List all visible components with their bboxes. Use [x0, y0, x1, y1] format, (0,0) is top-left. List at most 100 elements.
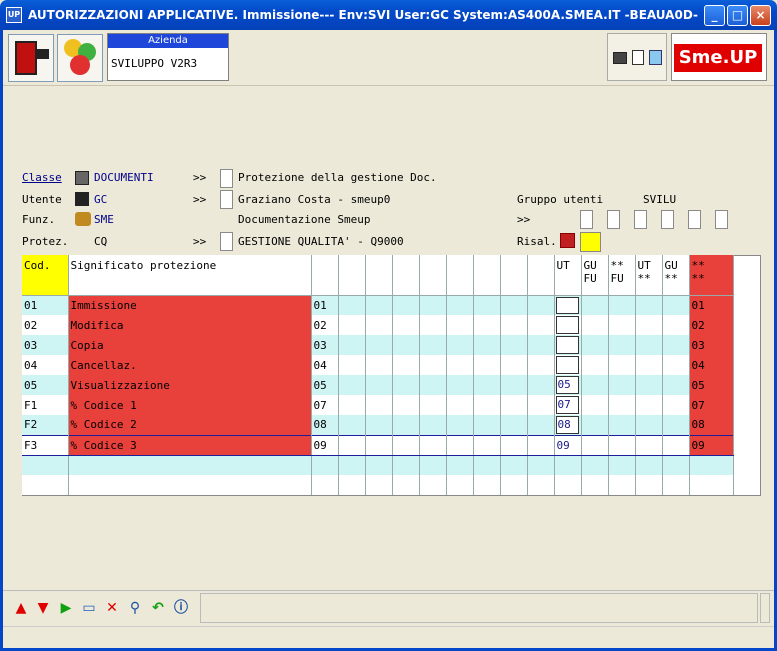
protez-checkbox[interactable] — [220, 232, 233, 251]
utente-arrow[interactable]: >> — [193, 193, 206, 206]
classe-checkbox[interactable] — [220, 169, 233, 188]
eraser-icon[interactable]: ▭ — [81, 600, 97, 616]
header-ut2: UT — [637, 259, 651, 272]
table-row[interactable]: 04 Cancellaz. 04 04 — [22, 355, 734, 375]
table-row[interactable]: F2 % Codice 2 08 08 08 — [22, 415, 734, 435]
exit-icon[interactable] — [8, 34, 54, 82]
cell-significato: Copia — [68, 335, 312, 355]
cell-val: 09 — [311, 434, 339, 456]
header-last[interactable]: ** ** — [689, 255, 734, 296]
table-row[interactable]: F1 % Codice 1 07 07 07 — [22, 395, 734, 415]
table-row-selected[interactable]: F3 % Codice 3 09 09 09 — [22, 434, 734, 456]
protez-label: Protez. — [22, 235, 69, 248]
arrow-down-icon[interactable]: ▼ — [35, 600, 51, 616]
gruppo-checkbox-4[interactable] — [661, 210, 674, 229]
smeup-menu-icon[interactable] — [57, 34, 103, 82]
gruppo-checkbox-6[interactable] — [715, 210, 728, 229]
brand-text: Sme.UP — [674, 44, 762, 72]
cell-ut[interactable] — [554, 315, 582, 335]
utente-desc: Graziano Costa - smeup0 — [238, 193, 391, 206]
protection-table: Cod. Significato protezione UT GU FU ** FU… — [22, 255, 734, 495]
classe-label[interactable]: Classe — [22, 171, 62, 184]
cell-val: 03 — [311, 335, 339, 355]
header-star3: ** — [664, 272, 678, 285]
header-gu-fu[interactable]: GU FU — [581, 255, 609, 296]
cell-ut[interactable]: 07 — [554, 395, 582, 415]
close-button[interactable]: × — [750, 5, 771, 26]
table-row[interactable]: 05 Visualizzazione 05 05 05 — [22, 375, 734, 395]
cell-ut[interactable]: 09 — [553, 434, 582, 456]
funz-value[interactable]: SME — [94, 213, 114, 226]
classe-desc: Protezione della gestione Doc. — [238, 171, 437, 184]
document-icon[interactable] — [632, 50, 644, 65]
search-icon[interactable]: ⚲ — [127, 600, 143, 616]
cell-val: 04 — [311, 355, 339, 375]
refresh-icon[interactable]: ↶ — [150, 600, 166, 616]
cell-val: 02 — [311, 315, 339, 335]
funz-label: Funz. — [22, 213, 56, 226]
gruppo-checkbox-2[interactable] — [607, 210, 620, 229]
cell-ut[interactable] — [554, 355, 582, 375]
gruppo-arrow[interactable]: >> — [517, 213, 530, 226]
cell-last: 02 — [689, 315, 734, 335]
header-star-fu[interactable]: ** FU — [608, 255, 636, 296]
header-gu: GU — [583, 259, 597, 272]
status-panel-small — [760, 593, 770, 623]
play-icon[interactable]: ▶ — [58, 600, 74, 616]
cell-significato: Immissione — [68, 295, 312, 315]
cell-cod: F3 — [22, 434, 69, 456]
info-icon[interactable]: ⓘ — [173, 600, 189, 616]
gruppo-checkbox-3[interactable] — [634, 210, 647, 229]
risal-label: Risal. — [517, 235, 557, 248]
gruppo-checkbox-5[interactable] — [688, 210, 701, 229]
cell-cod: 01 — [22, 295, 69, 315]
cell-last: 07 — [689, 395, 734, 415]
cell-cod: 03 — [22, 335, 69, 355]
window-title: AUTORIZZAZIONI APPLICATIVE. Immissione--… — [28, 8, 698, 22]
gruppo-checkbox-1[interactable] — [580, 210, 593, 229]
utente-value[interactable]: GC — [94, 193, 107, 206]
function-icon — [75, 212, 91, 226]
status-bar — [3, 626, 774, 648]
risal-icon[interactable] — [560, 233, 575, 248]
cell-significato: Cancellaz. — [68, 355, 312, 375]
header-fu: FU — [583, 272, 597, 285]
table-row[interactable]: 01 Immissione 01 01 — [22, 295, 734, 315]
cell-last: 01 — [689, 295, 734, 315]
user-icon — [75, 192, 89, 206]
risal-field[interactable] — [580, 232, 601, 252]
header-cod[interactable]: Cod. — [22, 255, 69, 296]
arrow-up-icon[interactable]: ▲ — [13, 600, 29, 616]
cell-ut[interactable] — [554, 295, 582, 315]
cell-ut[interactable] — [554, 335, 582, 355]
cell-last: 08 — [689, 415, 734, 435]
maximize-button[interactable]: □ — [727, 5, 748, 26]
header-last-2: ** — [691, 272, 705, 285]
grid-icon — [75, 171, 89, 185]
gruppo-value: SVILU — [643, 193, 677, 206]
cell-val: 07 — [311, 395, 339, 415]
classe-value[interactable]: DOCUMENTI — [94, 171, 154, 184]
header-ut-star[interactable]: UT ** — [635, 255, 663, 296]
cell-significato: % Codice 2 — [68, 415, 312, 435]
cell-last: 09 — [689, 434, 734, 456]
cell-ut[interactable]: 05 — [554, 375, 582, 395]
azienda-value: SVILUPPO V2R3 — [111, 57, 198, 70]
protez-arrow[interactable]: >> — [193, 235, 206, 248]
delete-icon[interactable]: ✕ — [104, 600, 120, 616]
header-ut[interactable]: UT — [554, 255, 582, 296]
header-significato[interactable]: Significato protezione — [68, 255, 312, 296]
protez-value: CQ — [94, 235, 108, 248]
status-panel — [200, 593, 758, 623]
book-icon[interactable] — [649, 50, 662, 65]
utente-checkbox[interactable] — [220, 190, 233, 209]
table-row[interactable]: 03 Copia 03 03 — [22, 335, 734, 355]
minimize-button[interactable]: _ — [704, 5, 725, 26]
cell-ut[interactable]: 08 — [554, 415, 582, 435]
table-row[interactable]: 02 Modifica 02 02 — [22, 315, 734, 335]
classe-arrow[interactable]: >> — [193, 171, 206, 184]
monitor-icon[interactable] — [613, 52, 627, 64]
table-row-empty — [22, 475, 734, 495]
tools-panel — [607, 33, 667, 81]
header-gu-star[interactable]: GU ** — [662, 255, 690, 296]
